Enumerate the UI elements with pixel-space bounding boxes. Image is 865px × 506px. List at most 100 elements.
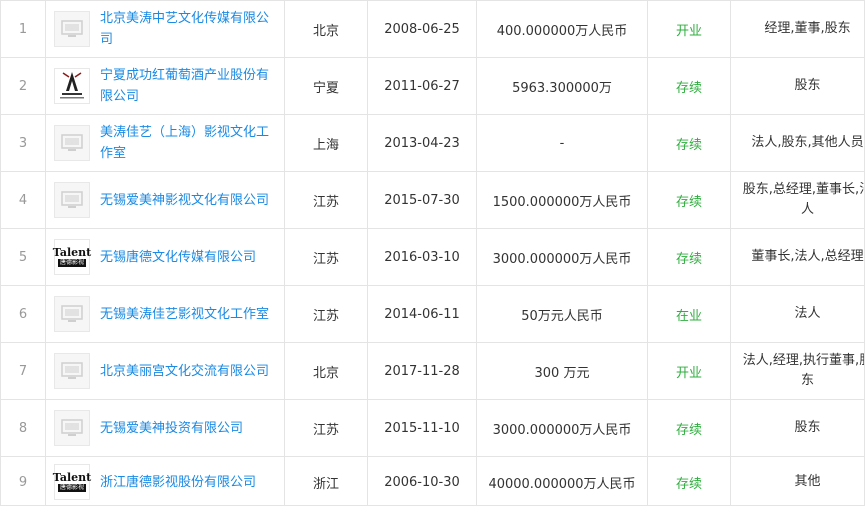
- province-cell: 江苏: [284, 285, 368, 343]
- status-cell: 开业: [647, 342, 731, 400]
- table-row: 8 无锡爱美神投资有限公司 江苏 2015-11-10 3000.000000万…: [1, 399, 864, 457]
- wine-logo-icon: [60, 72, 84, 99]
- company-name-link[interactable]: 宁夏成功红葡萄酒产业股份有限公司: [100, 65, 276, 107]
- date-cell: 2015-11-10: [367, 399, 477, 457]
- row-index: 6: [1, 285, 46, 343]
- company-cell: 北京美涛中艺文化传媒有限公司: [45, 1, 285, 58]
- table-row: 3 美涛佳艺（上海）影视文化工作室 上海 2013-04-23 - 存续 法人,…: [1, 114, 864, 172]
- province-cell: 宁夏: [284, 57, 368, 115]
- status-cell: 存续: [647, 114, 731, 172]
- placeholder-icon: [61, 191, 83, 208]
- status-cell: 存续: [647, 399, 731, 457]
- capital-cell: 50万元人民币: [476, 285, 648, 343]
- company-logo[interactable]: [54, 353, 90, 389]
- row-index: 8: [1, 399, 46, 457]
- company-logo[interactable]: Talent 唐德影视: [52, 464, 92, 500]
- placeholder-icon: [61, 305, 83, 322]
- roles-cell: 董事长,法人,总经理: [730, 228, 864, 286]
- table-row: 5 Talent 唐德影视 无锡唐德文化传媒有限公司 江苏 2016-03-10 …: [1, 228, 864, 286]
- province-cell: 江苏: [284, 399, 368, 457]
- company-name-link[interactable]: 无锡唐德文化传媒有限公司: [100, 247, 256, 268]
- status-cell: 存续: [647, 57, 731, 115]
- capital-cell: 40000.000000万人民币: [476, 456, 648, 505]
- date-cell: 2011-06-27: [367, 57, 477, 115]
- company-name-link[interactable]: 美涛佳艺（上海）影视文化工作室: [100, 122, 276, 164]
- row-index: 7: [1, 342, 46, 400]
- date-cell: 2013-04-23: [367, 114, 477, 172]
- roles-cell: 法人,经理,执行董事,股东: [730, 342, 864, 400]
- roles-cell: 股东: [730, 399, 864, 457]
- date-cell: 2016-03-10: [367, 228, 477, 286]
- talent-logo-subtitle: 唐德影视: [57, 484, 86, 492]
- province-cell: 北京: [284, 342, 368, 400]
- company-logo[interactable]: [54, 296, 90, 332]
- company-cell: 无锡爱美神投资有限公司: [45, 399, 285, 457]
- row-index: 1: [1, 1, 46, 58]
- province-cell: 江苏: [284, 171, 368, 229]
- talent-logo-title: Talent: [52, 246, 92, 259]
- row-index: 3: [1, 114, 46, 172]
- capital-cell: 300 万元: [476, 342, 648, 400]
- capital-cell: 5963.300000万: [476, 57, 648, 115]
- roles-cell: 经理,董事,股东: [730, 1, 864, 58]
- date-cell: 2017-11-28: [367, 342, 477, 400]
- capital-cell: -: [476, 114, 648, 172]
- company-logo[interactable]: [54, 11, 90, 47]
- table-row: 9 Talent 唐德影视 浙江唐德影视股份有限公司 浙江 2006-10-30 …: [1, 456, 864, 505]
- date-cell: 2006-10-30: [367, 456, 477, 505]
- company-table-frame: 1 北京美涛中艺文化传媒有限公司 北京 2008-06-25 400.00000…: [0, 0, 865, 506]
- company-table: 1 北京美涛中艺文化传媒有限公司 北京 2008-06-25 400.00000…: [1, 1, 864, 505]
- company-logo[interactable]: [54, 125, 90, 161]
- placeholder-icon: [61, 134, 83, 151]
- status-cell: 存续: [647, 228, 731, 286]
- roles-cell: 法人: [730, 285, 864, 343]
- capital-cell: 3000.000000万人民币: [476, 228, 648, 286]
- company-logo[interactable]: [54, 410, 90, 446]
- company-logo[interactable]: [54, 68, 90, 104]
- company-logo[interactable]: [54, 182, 90, 218]
- status-cell: 开业: [647, 1, 731, 58]
- company-cell: 北京美丽宫文化交流有限公司: [45, 342, 285, 400]
- province-cell: 浙江: [284, 456, 368, 505]
- company-name-link[interactable]: 无锡美涛佳艺影视文化工作室: [100, 304, 269, 325]
- company-name-link[interactable]: 浙江唐德影视股份有限公司: [100, 472, 256, 493]
- status-cell: 存续: [647, 171, 731, 229]
- placeholder-icon: [61, 362, 83, 379]
- row-index: 2: [1, 57, 46, 115]
- company-logo[interactable]: Talent 唐德影视: [52, 239, 92, 275]
- row-index: 5: [1, 228, 46, 286]
- company-cell: 宁夏成功红葡萄酒产业股份有限公司: [45, 57, 285, 115]
- company-cell: 美涛佳艺（上海）影视文化工作室: [45, 114, 285, 172]
- date-cell: 2008-06-25: [367, 1, 477, 58]
- table-row: 6 无锡美涛佳艺影视文化工作室 江苏 2014-06-11 50万元人民币 在业…: [1, 285, 864, 343]
- status-cell: 存续: [647, 456, 731, 505]
- row-index: 4: [1, 171, 46, 229]
- province-cell: 上海: [284, 114, 368, 172]
- province-cell: 北京: [284, 1, 368, 58]
- talent-logo-subtitle: 唐德影视: [57, 259, 86, 267]
- company-cell: Talent 唐德影视 无锡唐德文化传媒有限公司: [45, 228, 285, 286]
- company-name-link[interactable]: 无锡爱美神投资有限公司: [100, 418, 243, 439]
- company-name-link[interactable]: 北京美丽宫文化交流有限公司: [100, 361, 269, 382]
- roles-cell: 法人,股东,其他人员: [730, 114, 864, 172]
- placeholder-icon: [61, 419, 83, 436]
- company-name-link[interactable]: 北京美涛中艺文化传媒有限公司: [100, 8, 276, 50]
- capital-cell: 3000.000000万人民币: [476, 399, 648, 457]
- status-cell: 在业: [647, 285, 731, 343]
- date-cell: 2015-07-30: [367, 171, 477, 229]
- talent-logo-title: Talent: [52, 471, 92, 484]
- placeholder-icon: [61, 20, 83, 37]
- table-row: 4 无锡爱美神影视文化有限公司 江苏 2015-07-30 1500.00000…: [1, 171, 864, 229]
- province-cell: 江苏: [284, 228, 368, 286]
- roles-cell: 股东,总经理,董事长,法人: [730, 171, 864, 229]
- company-cell: Talent 唐德影视 浙江唐德影视股份有限公司: [45, 456, 285, 505]
- company-cell: 无锡爱美神影视文化有限公司: [45, 171, 285, 229]
- row-index: 9: [1, 456, 46, 505]
- roles-cell: 其他: [730, 456, 864, 505]
- table-row: 1 北京美涛中艺文化传媒有限公司 北京 2008-06-25 400.00000…: [1, 1, 864, 58]
- roles-cell: 股东: [730, 57, 864, 115]
- capital-cell: 400.000000万人民币: [476, 1, 648, 58]
- company-name-link[interactable]: 无锡爱美神影视文化有限公司: [100, 190, 269, 211]
- table-row: 7 北京美丽宫文化交流有限公司 北京 2017-11-28 300 万元 开业 …: [1, 342, 864, 400]
- table-row: 2 宁夏成功红葡萄酒产业股份有限公司 宁夏 2011-06-27 5963.30…: [1, 57, 864, 115]
